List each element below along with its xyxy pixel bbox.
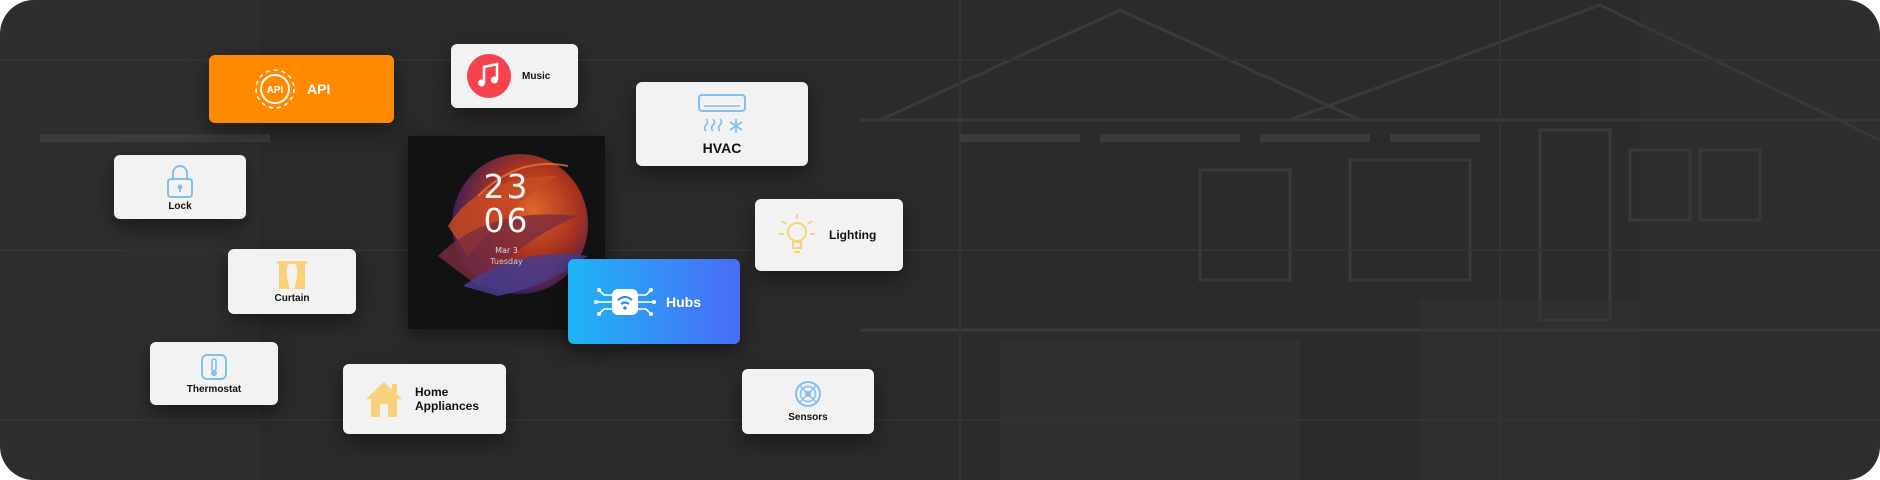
clock-minutes: 06 [483,201,530,240]
air-conditioner-icon [698,94,746,133]
clock-hours: 23 [483,167,530,206]
thermostat-label: Thermostat [186,384,242,395]
house-icon [366,382,402,417]
light-bulb-icon [779,214,815,253]
hubs-label: Hubs [666,293,701,310]
hubs-card[interactable]: Hubs [568,259,740,344]
home-appliances-card[interactable]: Home Appliances [343,364,506,434]
home-appliances-label: Home Appliances [415,385,479,413]
api-label: API [307,81,331,97]
sensors-label: Sensors [788,412,828,423]
sensors-card[interactable]: Sensors [742,369,874,434]
hvac-label: HVAC [702,140,742,156]
music-label: Music [522,70,551,82]
lighting-card[interactable]: Lighting [755,199,903,271]
home-appliances-label-line1: Home [415,385,449,399]
api-icon-text: API [267,85,284,96]
sensor-icon [795,381,821,407]
lock-card[interactable]: Lock [114,155,246,219]
thermometer-icon [201,354,227,380]
home-appliances-label-line2: Appliances [415,399,480,413]
thermostat-card[interactable]: Thermostat [150,342,278,405]
hvac-card[interactable]: HVAC [636,82,808,166]
curtain-label: Curtain [274,293,310,304]
api-gear-icon: API [255,69,295,109]
wifi-hub-icon [594,287,656,316]
curtain-icon [277,261,307,289]
clock-overlay: 23 06 Mar 3 Tuesday [408,170,605,267]
music-card[interactable]: Music [451,44,578,108]
lock-label: Lock [168,200,192,212]
clock-date: Mar 3 [495,246,518,255]
lighting-label: Lighting [829,228,877,242]
music-note-icon [467,54,511,98]
api-card[interactable]: API API [209,55,394,123]
padlock-icon [167,164,193,198]
curtain-card[interactable]: Curtain [228,249,356,314]
banner-stage: API API Music HVAC Lock Lighting Curtain… [0,0,1880,480]
